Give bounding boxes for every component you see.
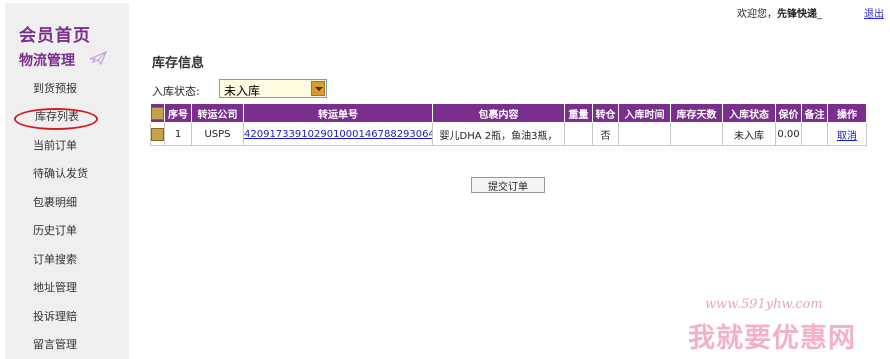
select-all-checkbox[interactable]	[151, 106, 164, 120]
header-weight: 重量	[564, 103, 593, 123]
cell-insurance: 0.00	[775, 122, 802, 146]
section-title: 物流管理	[19, 53, 75, 69]
table-row: 1 USPS 420917339102901000146788293064 婴儿…	[150, 122, 867, 146]
logout-link[interactable]: 退出	[864, 5, 884, 20]
member-home-link[interactable]: 会员首页	[19, 21, 91, 46]
cancel-link[interactable]: 取消	[837, 131, 857, 142]
cell-in-time	[618, 122, 671, 146]
header-action: 操作	[827, 103, 867, 123]
cell-tracking-cell: 420917339102901000146788293064	[243, 122, 433, 146]
sidebar-item-order-search[interactable]: 订单搜索	[33, 251, 113, 269]
watermark-logo: 我就要优惠网	[688, 323, 856, 354]
sidebar-item-package-details[interactable]: 包裹明细	[33, 194, 113, 212]
submit-order-button[interactable]: 提交订单	[471, 177, 545, 193]
welcome-text: 欢迎您，先锋快递_	[737, 5, 822, 20]
cell-index: 1	[164, 122, 192, 146]
header-days: 库存天数	[670, 103, 723, 123]
tracking-number-link[interactable]: 420917339102901000146788293064	[245, 129, 432, 140]
page-title: 库存信息	[152, 56, 205, 71]
header-transfer: 转仓	[592, 103, 619, 123]
status-filter-label: 入库状态:	[152, 85, 200, 98]
cell-transfer: 否	[592, 122, 619, 146]
username: 先锋快递	[777, 9, 817, 20]
header-tracking: 转运单号	[243, 103, 433, 123]
status-filter-select[interactable]: 未入库	[219, 79, 327, 98]
chevron-down-icon[interactable]	[311, 81, 325, 96]
sidebar-item-complaints-claims[interactable]: 投诉理赔	[33, 308, 113, 326]
row-select-cell[interactable]	[150, 122, 165, 146]
airplane-icon	[89, 50, 107, 66]
sidebar: 会员首页 物流管理 到货预报 库存列表 当前订单 待确认发货 包裹明细 历史订单…	[5, 3, 129, 359]
row-checkbox[interactable]	[151, 127, 164, 141]
cell-note	[801, 122, 828, 146]
sidebar-item-pending-shipment[interactable]: 待确认发货	[33, 165, 113, 183]
cell-carrier: USPS	[191, 122, 244, 146]
inventory-table: 序号 转运公司 转运单号 包裹内容 重量 转仓 入库时间 库存天数 入库状态 保…	[150, 103, 867, 146]
header-carrier: 转运公司	[191, 103, 244, 123]
header-note: 备注	[801, 103, 828, 123]
header-index: 序号	[164, 103, 192, 123]
username-suffix: _	[817, 9, 822, 20]
cell-days	[670, 122, 723, 146]
header-in-time: 入库时间	[618, 103, 671, 123]
sidebar-item-address-management[interactable]: 地址管理	[33, 279, 113, 297]
sidebar-item-messages[interactable]: 留言管理	[33, 336, 113, 354]
header-contents: 包裹内容	[432, 103, 565, 123]
watermark-url: www.591yhw.com	[705, 297, 823, 312]
cell-status: 未入库	[722, 122, 776, 146]
header-status: 入库状态	[722, 103, 776, 123]
sidebar-item-arrival-forecast[interactable]: 到货预报	[33, 80, 113, 98]
sidebar-item-inventory-list[interactable]: 库存列表	[15, 108, 99, 126]
header-insurance: 保价	[775, 103, 802, 123]
sidebar-item-order-history[interactable]: 历史订单	[33, 222, 113, 240]
table-header-row: 序号 转运公司 转运单号 包裹内容 重量 转仓 入库时间 库存天数 入库状态 保…	[150, 103, 867, 123]
welcome-prefix: 欢迎您，	[737, 9, 777, 20]
cell-weight	[564, 122, 593, 146]
select-all-header[interactable]	[150, 103, 165, 123]
status-filter-value: 未入库	[224, 84, 261, 98]
sidebar-item-current-orders[interactable]: 当前订单	[33, 137, 113, 155]
cell-contents: 婴儿DHA 2瓶，鱼油3瓶，	[432, 122, 565, 146]
cell-action: 取消	[827, 122, 867, 146]
